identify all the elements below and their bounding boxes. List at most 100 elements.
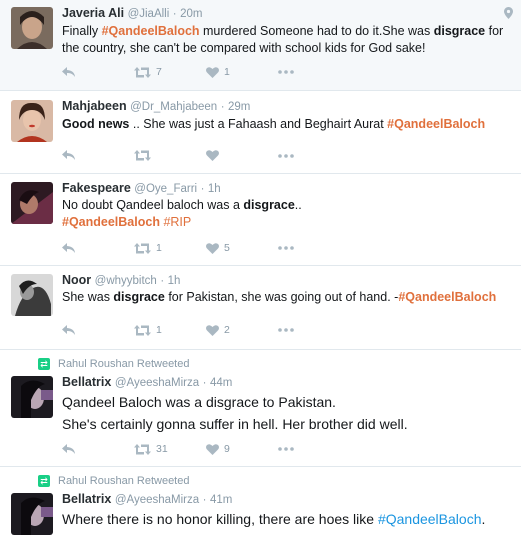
retweet-icon <box>134 150 151 161</box>
tweet-text: Finally #QandeelBaloch murdered Someone … <box>62 23 513 57</box>
heart-icon <box>206 150 219 161</box>
reply-button[interactable] <box>62 324 134 336</box>
heart-icon <box>206 242 219 254</box>
text-segment: She was <box>62 290 114 304</box>
retweet-icon <box>134 443 151 455</box>
tweet[interactable]: ⇄ Rahul Roushan Retweeted Bellatrix @Aye… <box>0 350 521 467</box>
timestamp[interactable]: 1h <box>208 183 221 195</box>
more-button[interactable] <box>278 70 294 74</box>
tweet-actions: 1 2 <box>62 324 294 336</box>
retweet-button[interactable]: 1 <box>134 242 206 254</box>
timeline: Javeria Ali @JiaAlli · 20m Finally #Qand… <box>0 0 521 535</box>
tweet[interactable]: Fakespeare @Oye_Farri · 1h No doubt Qand… <box>0 174 521 266</box>
separator-dot: · <box>160 275 165 287</box>
reply-icon <box>62 242 75 253</box>
text-segment: No doubt Qandeel baloch was a <box>62 198 244 212</box>
tweet-actions: 7 1 <box>62 66 294 78</box>
retweet-button[interactable]: 7 <box>134 66 206 78</box>
text-line: Qandeel Baloch was a disgrace to Pakista… <box>62 394 336 410</box>
display-name[interactable]: Javeria Ali <box>62 6 124 20</box>
retweet-icon <box>134 324 151 336</box>
more-button[interactable] <box>278 447 294 451</box>
more-button[interactable] <box>278 153 294 158</box>
highlighted-term: disgrace <box>433 24 486 38</box>
like-button[interactable] <box>206 150 278 161</box>
more-icon <box>278 70 294 74</box>
user-handle[interactable]: @JiaAlli <box>128 8 170 20</box>
hashtag-link[interactable]: #QandeelBaloch <box>102 24 200 38</box>
timestamp[interactable]: 41m <box>210 494 232 506</box>
more-button[interactable] <box>278 328 294 332</box>
text-segment: .. She was just a Fahaash and Beghairt A… <box>129 117 388 131</box>
separator-dot: · <box>200 183 205 195</box>
retweet-count: 7 <box>156 66 162 78</box>
display-name[interactable]: Noor <box>62 273 91 287</box>
user-handle[interactable]: @whyybitch <box>95 275 157 287</box>
retweet-context[interactable]: ⇄ Rahul Roushan Retweeted <box>38 475 189 487</box>
retweet-button[interactable] <box>134 150 206 161</box>
tweet-actions: 1 5 <box>62 242 294 254</box>
timestamp[interactable]: 44m <box>210 377 232 389</box>
hashtag-link[interactable]: #QandeelBaloch <box>378 511 482 527</box>
user-handle[interactable]: @Dr_Mahjabeen <box>130 101 217 113</box>
avatar[interactable] <box>11 493 53 535</box>
reply-icon <box>62 324 75 335</box>
tweet[interactable]: Mahjabeen @Dr_Mahjabeen · 29m Good news … <box>0 91 521 174</box>
timestamp[interactable]: 29m <box>228 101 250 113</box>
tweet-header: Javeria Ali @JiaAlli · 20m <box>62 6 202 20</box>
user-handle[interactable]: @AyeeshaMirza <box>115 494 199 506</box>
retweet-icon: ⇄ <box>38 358 50 370</box>
tweet-text: Qandeel Baloch was a disgrace to Pakista… <box>62 391 513 435</box>
like-count: 2 <box>224 324 230 336</box>
reply-button[interactable] <box>62 242 134 254</box>
display-name[interactable]: Bellatrix <box>62 492 111 506</box>
display-name[interactable]: Mahjabeen <box>62 99 127 113</box>
reply-button[interactable] <box>62 443 134 455</box>
tweet[interactable]: Noor @whyybitch · 1h She was disgrace fo… <box>0 266 521 350</box>
display-name[interactable]: Fakespeare <box>62 181 131 195</box>
retweet-context-label: Rahul Roushan Retweeted <box>58 358 190 370</box>
like-count: 9 <box>224 443 230 455</box>
tweet-header: Bellatrix @AyeeshaMirza · 44m <box>62 375 232 389</box>
text-segment: Where there is no honor killing, there a… <box>62 511 378 527</box>
retweet-icon <box>134 242 151 254</box>
hashtag-link[interactable]: #QandeelBaloch <box>398 290 496 304</box>
tweet-actions <box>62 150 294 161</box>
reply-button[interactable] <box>62 66 134 78</box>
avatar[interactable] <box>11 7 53 49</box>
tweet-text: She was disgrace for Pakistan, she was g… <box>62 289 513 306</box>
display-name[interactable]: Bellatrix <box>62 375 111 389</box>
reply-button[interactable] <box>62 150 134 161</box>
tweet[interactable]: ⇄ Rahul Roushan Retweeted Bellatrix @Aye… <box>0 467 521 535</box>
retweet-context[interactable]: ⇄ Rahul Roushan Retweeted <box>38 358 189 370</box>
tweet-text: Good news .. She was just a Fahaash and … <box>62 116 513 133</box>
like-button[interactable]: 1 <box>206 66 278 78</box>
like-button[interactable]: 2 <box>206 324 278 336</box>
avatar[interactable] <box>11 182 53 224</box>
hashtag-link[interactable]: #QandeelBaloch <box>387 117 485 131</box>
tweet[interactable]: Javeria Ali @JiaAlli · 20m Finally #Qand… <box>0 0 521 91</box>
heart-icon <box>206 324 219 336</box>
more-button[interactable] <box>278 246 294 250</box>
heart-icon <box>206 443 219 455</box>
retweet-count: 31 <box>156 443 168 455</box>
timestamp[interactable]: 1h <box>168 275 181 287</box>
user-handle[interactable]: @AyeeshaMirza <box>115 377 199 389</box>
hashtag-link[interactable]: #RIP <box>163 215 191 229</box>
avatar[interactable] <box>11 100 53 142</box>
retweet-button[interactable]: 31 <box>134 443 206 455</box>
like-button[interactable]: 9 <box>206 443 278 455</box>
retweet-button[interactable]: 1 <box>134 324 206 336</box>
hashtag-link[interactable]: #QandeelBaloch <box>62 215 160 229</box>
tweet-text: No doubt Qandeel baloch was a disgrace..… <box>62 197 513 231</box>
timestamp[interactable]: 20m <box>180 8 202 20</box>
separator-dot: · <box>202 377 207 389</box>
location-pin-icon[interactable] <box>504 6 513 24</box>
user-handle[interactable]: @Oye_Farri <box>134 183 197 195</box>
avatar[interactable] <box>11 376 53 418</box>
avatar[interactable] <box>11 274 53 316</box>
text-segment: . <box>481 511 486 527</box>
separator-dot: · <box>202 494 207 506</box>
like-button[interactable]: 5 <box>206 242 278 254</box>
more-icon <box>278 153 294 158</box>
